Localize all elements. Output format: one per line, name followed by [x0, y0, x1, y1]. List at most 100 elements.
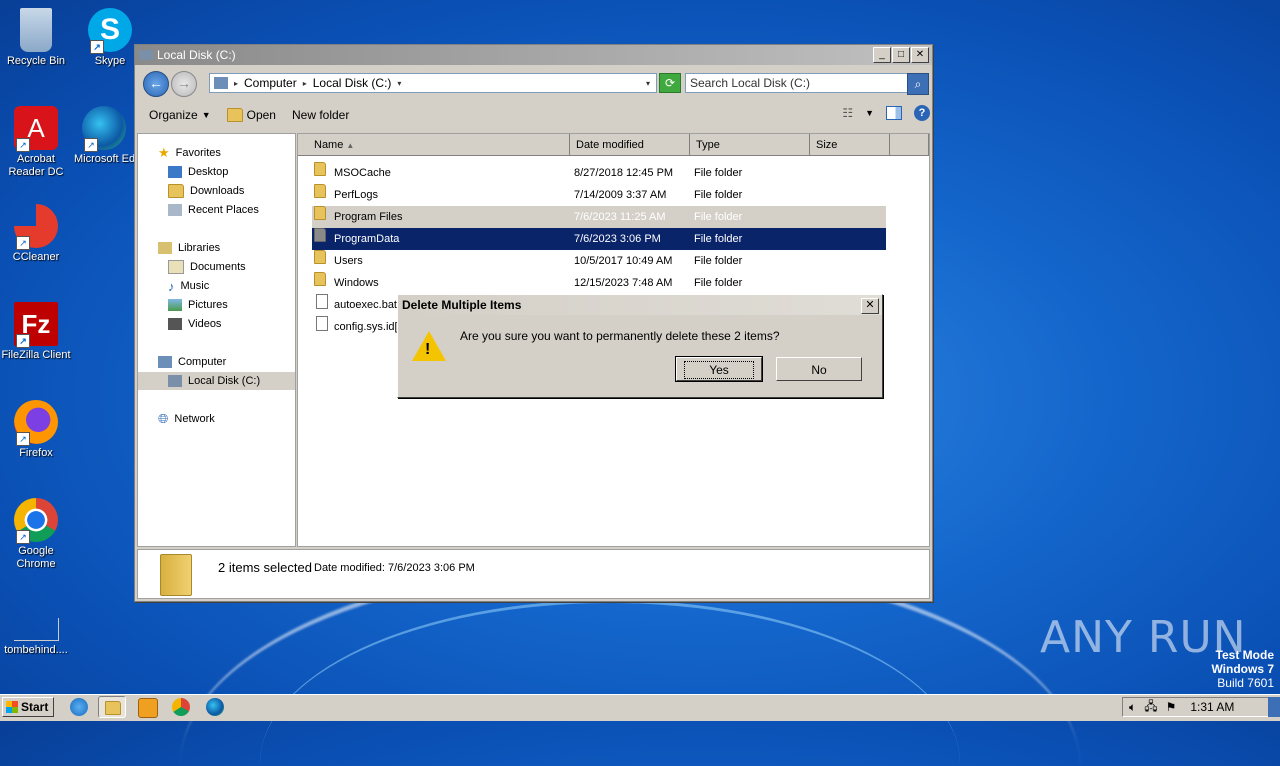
delete-confirm-dialog: Delete Multiple Items ✕ ! Are you sure y…: [397, 294, 883, 398]
recycle-bin-icon: [20, 8, 52, 52]
file-date: 8/27/2018 12:45 PM: [574, 167, 674, 179]
desktop-icon-firefox[interactable]: ↗ Firefox: [0, 400, 72, 460]
clock[interactable]: 1:31 AM: [1190, 700, 1234, 714]
chrome-taskbar-icon[interactable]: [172, 698, 190, 716]
drive-icon: [139, 50, 153, 60]
file-name: ProgramData: [334, 233, 400, 245]
nav-documents[interactable]: Documents: [168, 258, 246, 276]
file-name: Program Files: [334, 211, 403, 223]
file-date: 7/6/2023 3:06 PM: [574, 233, 661, 245]
nav-local-disk[interactable]: Local Disk (C:): [138, 372, 295, 390]
dialog-title[interactable]: Delete Multiple Items: [398, 295, 882, 315]
nav-pictures[interactable]: Pictures: [168, 296, 228, 314]
network-icon: 🌐︎: [158, 411, 169, 426]
forward-button[interactable]: →: [171, 71, 197, 97]
chevron-down-icon[interactable]: ▼: [865, 108, 874, 118]
address-bar[interactable]: ▸ Computer ▸ Local Disk (C:) ▾ ▾: [209, 73, 657, 93]
yes-button[interactable]: Yes: [675, 356, 763, 382]
help-icon[interactable]: ?: [914, 105, 930, 121]
selection-count: 2 items selected: [218, 560, 312, 575]
minimize-button[interactable]: _: [873, 47, 891, 63]
folder-icon: [314, 250, 326, 264]
details-pane: 2 items selected Date modified: 7/6/2023…: [137, 549, 930, 599]
documents-icon: [168, 260, 184, 274]
desktop-icon-chrome[interactable]: ↗ Google Chrome: [0, 498, 72, 571]
media-player-icon[interactable]: [138, 698, 158, 718]
desktop-icon-label: Acrobat Reader DC: [8, 153, 64, 178]
table-row[interactable]: Windows 12/15/2023 7:48 AM File folder: [312, 272, 886, 294]
table-row[interactable]: MSOCache 8/27/2018 12:45 PM File folder: [312, 162, 886, 184]
nav-libraries[interactable]: Libraries: [158, 239, 220, 257]
test-mode-notice: Test Mode Windows 7 Build 7601: [1211, 648, 1274, 690]
breadcrumb-computer[interactable]: Computer: [244, 76, 297, 90]
start-button[interactable]: Start: [2, 697, 54, 717]
folder-icon: [105, 701, 121, 715]
desktop-icon-acrobat[interactable]: A ↗ Acrobat Reader DC: [0, 106, 72, 179]
column-header-name[interactable]: Name ▲: [298, 134, 570, 156]
shortcut-arrow-icon: ↗: [16, 236, 30, 250]
nav-computer[interactable]: Computer: [158, 353, 226, 371]
explorer-taskbar-button[interactable]: [98, 696, 126, 718]
close-button[interactable]: ✕: [911, 47, 929, 63]
desktop-icon-filezilla[interactable]: Fz ↗ FileZilla Client: [0, 302, 72, 362]
chevron-right-icon: ▸: [302, 78, 307, 88]
column-header-date[interactable]: Date modified: [570, 134, 690, 156]
edge-taskbar-icon[interactable]: [206, 698, 224, 716]
nav-favorites[interactable]: ★ Favorites: [158, 144, 221, 162]
no-button[interactable]: No: [776, 357, 862, 381]
folder-icon: [314, 206, 326, 220]
open-button[interactable]: Open: [226, 108, 276, 122]
desktop-icon-recycle-bin[interactable]: Recycle Bin: [0, 8, 72, 68]
nav-recent-places[interactable]: Recent Places: [168, 201, 259, 219]
table-row-selected[interactable]: ProgramData 7/6/2023 3:06 PM File folder: [312, 228, 886, 250]
nav-videos[interactable]: Videos: [168, 315, 221, 333]
breadcrumb-local-disk[interactable]: Local Disk (C:): [313, 76, 392, 90]
ie-icon[interactable]: [70, 698, 88, 716]
desktop-icon: [168, 166, 182, 178]
music-icon: ♪: [168, 278, 175, 294]
address-dropdown-icon[interactable]: ▾: [646, 79, 650, 88]
chevron-down-icon: ▼: [201, 110, 211, 120]
column-header-size[interactable]: Size: [810, 134, 890, 156]
nav-downloads[interactable]: Downloads: [168, 182, 244, 200]
shortcut-arrow-icon: ↗: [16, 138, 30, 152]
flag-icon[interactable]: ⚑: [1166, 700, 1177, 714]
volume-icon[interactable]: 🔈︎: [1129, 700, 1136, 715]
nav-label: Pictures: [188, 299, 228, 311]
nav-network[interactable]: 🌐︎ Network: [158, 410, 215, 428]
test-mode-line: Test Mode: [1215, 648, 1274, 662]
skype-icon: S ↗: [88, 8, 132, 54]
explorer-titlebar[interactable]: Local Disk (C:) _ □ ✕: [135, 45, 932, 65]
file-name: Windows: [334, 277, 379, 289]
table-row[interactable]: Users 10/5/2017 10:49 AM File folder: [312, 250, 886, 272]
desktop-icon-ccleaner[interactable]: ↗ CCleaner: [0, 204, 72, 264]
nav-desktop[interactable]: Desktop: [168, 163, 228, 181]
desktop-icon-label: CCleaner: [12, 251, 60, 263]
preview-pane-icon[interactable]: [886, 106, 902, 120]
shortcut-arrow-icon: ↗: [16, 432, 30, 446]
back-button[interactable]: ←: [143, 71, 169, 97]
nav-music[interactable]: ♪ Music: [168, 277, 209, 295]
desktop-icon-label: Microsoft Ed: [74, 153, 134, 165]
refresh-button[interactable]: ⟳: [659, 73, 681, 93]
show-desktop-button[interactable]: [1268, 697, 1280, 717]
dialog-close-button[interactable]: ✕: [861, 298, 879, 314]
organize-button[interactable]: Organize ▼: [149, 108, 211, 122]
network-tray-icon[interactable]: 🖧︎: [1144, 697, 1157, 718]
desktop-icon-edge[interactable]: ↗ Microsoft Ed: [74, 106, 134, 166]
windows-logo-icon: [6, 701, 18, 713]
table-row-selected[interactable]: Program Files 7/6/2023 11:25 AM File fol…: [312, 206, 886, 228]
nav-label: Libraries: [178, 242, 221, 254]
maximize-button[interactable]: □: [892, 47, 910, 63]
search-input[interactable]: Search Local Disk (C:): [685, 73, 911, 93]
column-header-type[interactable]: Type: [690, 134, 810, 156]
chevron-down-icon[interactable]: ▾: [397, 79, 401, 88]
search-icon[interactable]: ⌕: [907, 73, 929, 95]
view-options-icon[interactable]: ☷: [842, 106, 853, 120]
table-row[interactable]: PerfLogs 7/14/2009 3:37 AM File folder: [312, 184, 886, 206]
nav-label: Network: [174, 413, 215, 425]
navigation-pane: ★ Favorites Desktop Downloads Recent Plac…: [137, 133, 296, 547]
column-label: Name: [314, 139, 344, 151]
desktop-icon-tombehind[interactable]: tombehind....: [0, 618, 72, 657]
new-folder-button[interactable]: New folder: [292, 108, 349, 122]
